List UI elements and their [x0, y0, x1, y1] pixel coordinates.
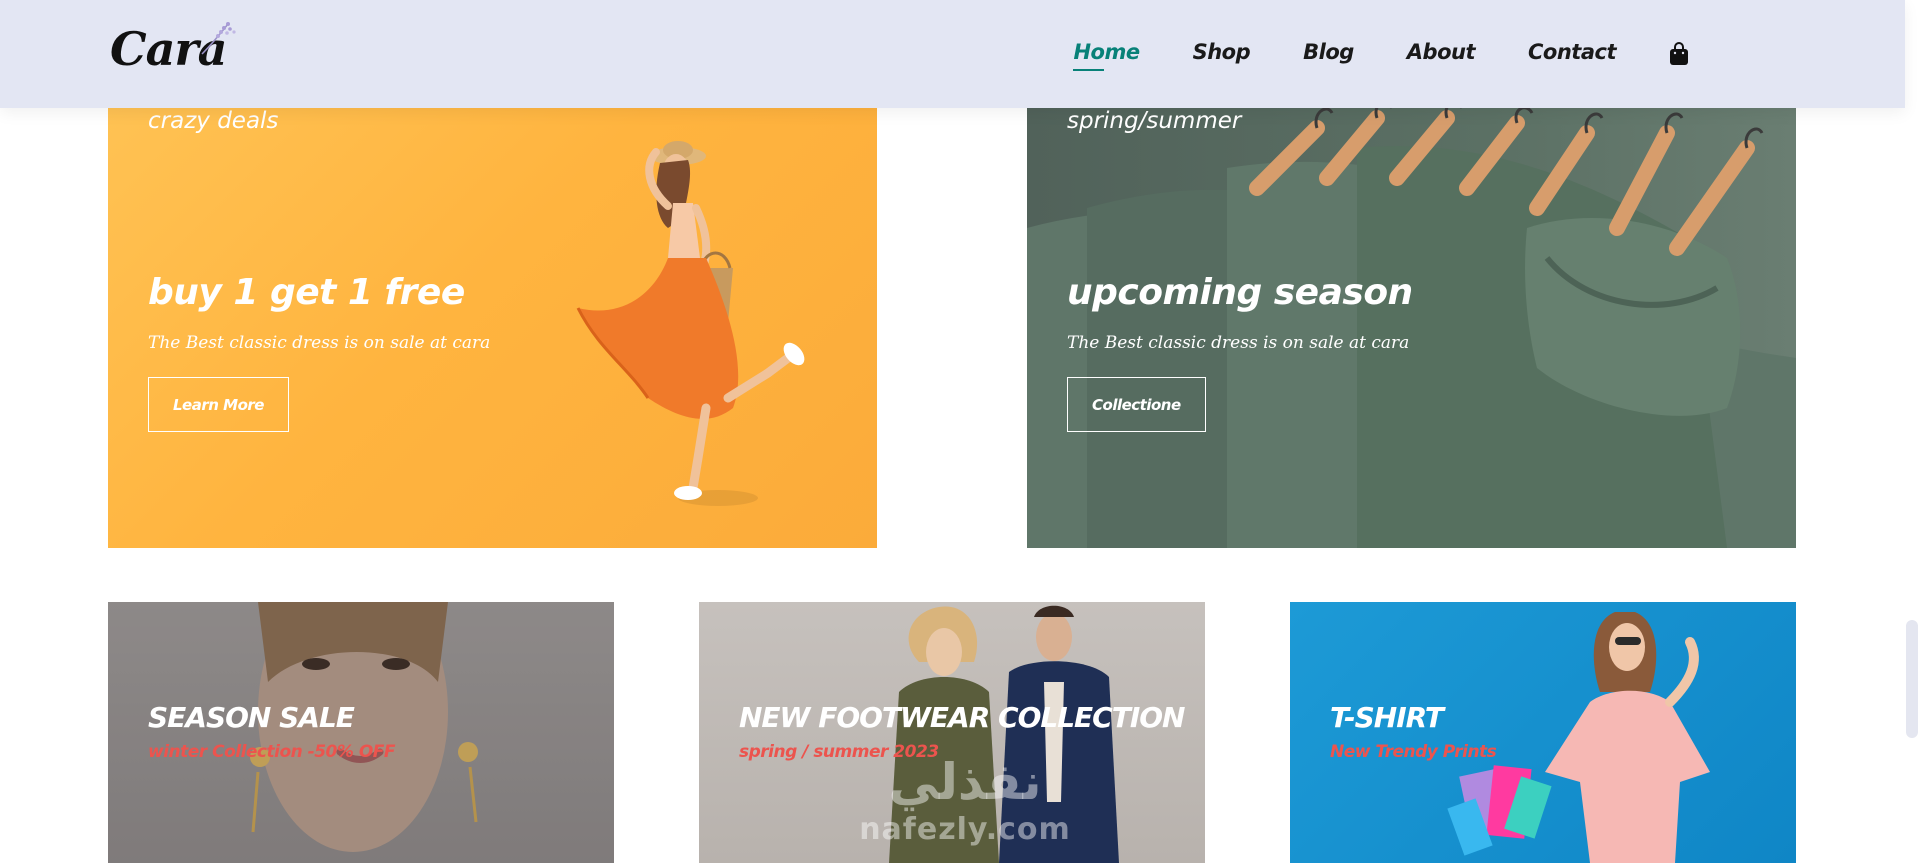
banner-eyebrow: spring/summer	[1067, 108, 1242, 134]
nav-shop[interactable]: Shop	[1193, 40, 1251, 64]
banner-crazy-deals: crazy deals buy 1 get 1 free The Best cl…	[108, 108, 877, 548]
banner-description: The Best classic dress is on sale at car…	[1067, 333, 1410, 353]
logo[interactable]: Cara	[110, 18, 245, 78]
nav-contact[interactable]: Contact	[1528, 40, 1617, 64]
banner-heading: upcoming season	[1067, 272, 1413, 313]
banner-title: T-SHIRT	[1330, 701, 1444, 734]
banner-season-sale: SEASON SALE winter Collection -50% OFF	[108, 602, 614, 863]
banner-eyebrow: crazy deals	[148, 108, 279, 134]
watermark-latin: nafezly.com	[859, 812, 1071, 847]
scrollbar-thumb[interactable]	[1906, 620, 1918, 738]
banner-title: SEASON SALE	[148, 701, 355, 734]
shopping-bag-icon[interactable]	[1669, 42, 1689, 66]
collectione-button[interactable]: Collectione	[1067, 377, 1206, 432]
banner-subtitle: winter Collection -50% OFF	[148, 742, 396, 762]
learn-more-button[interactable]: Learn More	[148, 377, 289, 432]
banner-title: NEW FOOTWEAR COLLECTION	[739, 701, 1185, 734]
watermark: نفذلي nafezly.com	[855, 752, 1075, 863]
site-header: Cara Home Shop Blog About Contact	[0, 0, 1905, 108]
watermark-arabic: نفذلي	[888, 753, 1042, 811]
nav-blog[interactable]: Blog	[1303, 40, 1354, 64]
banner-upcoming-season: spring/summer upcoming season The Best c…	[1027, 108, 1796, 548]
banner-description: The Best classic dress is on sale at car…	[148, 333, 491, 353]
banner-heading: buy 1 get 1 free	[148, 272, 465, 313]
lavender-logo-icon	[201, 22, 236, 55]
banner-subtitle: New Trendy Prints	[1330, 742, 1497, 762]
banner-t-shirt: T-SHIRT New Trendy Prints	[1290, 602, 1796, 863]
main-nav: Home Shop Blog About Contact	[1020, 40, 1689, 71]
woman-dancing-image	[576, 141, 805, 506]
nav-about[interactable]: About	[1407, 40, 1476, 64]
shirts-on-hangers-image	[1027, 108, 1796, 548]
nav-home[interactable]: Home	[1073, 40, 1140, 71]
